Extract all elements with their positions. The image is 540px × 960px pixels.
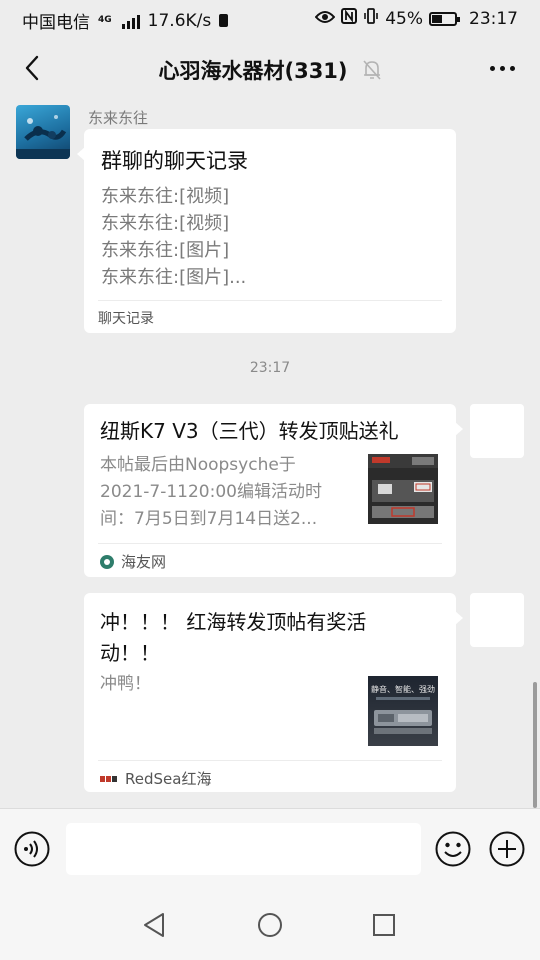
- notification-icon: [219, 14, 229, 27]
- divider: [98, 300, 442, 301]
- plus-icon: [489, 831, 525, 867]
- system-home-button[interactable]: [253, 908, 287, 942]
- link-card-thumbnail: [368, 454, 438, 524]
- system-recents-button[interactable]: [367, 908, 401, 942]
- my-avatar[interactable]: [470, 593, 524, 647]
- carrier-label: 中国电信: [22, 13, 90, 33]
- clock: 23:17: [469, 8, 518, 29]
- battery-percent: 45%: [385, 8, 423, 29]
- link-card-source: RedSea红海: [100, 768, 211, 789]
- voice-icon: [14, 831, 50, 867]
- link-card[interactable]: 冲！！！ 红海转发顶帖有奖活 动！！ 冲鸭！ 静音、智能、强劲 RedSea红海: [84, 593, 463, 792]
- chat-record-line: 东来东往:[图片]: [101, 240, 230, 261]
- link-card-source-label: 海友网: [121, 553, 167, 571]
- chat-record-line: 东来东往:[图片]...: [101, 267, 247, 288]
- chat-record-line: 东来东往:[视频]: [101, 186, 230, 207]
- network-type: 4G: [98, 15, 112, 25]
- my-avatar[interactable]: [470, 404, 524, 458]
- link-card-desc: 本帖最后由Noopsyche于: [100, 455, 296, 475]
- haiyou-logo-icon: [100, 554, 114, 569]
- link-card-title: 冲！！！ 红海转发顶帖有奖活 动！！: [100, 607, 442, 669]
- more-icon: [489, 65, 495, 71]
- emoji-icon: [435, 831, 471, 867]
- battery-icon: [429, 11, 460, 26]
- nav-recents-icon: [373, 914, 395, 936]
- link-card-title: 纽斯K7 V3（三代）转发顶贴送礼: [100, 419, 399, 443]
- scrollbar[interactable]: [533, 682, 537, 808]
- message-input[interactable]: [66, 823, 421, 875]
- message-list[interactable]: 东来东往 群聊的聊天记录 东来东往:[视频] 东来东往:[视频] 东来东往:[图…: [0, 102, 540, 808]
- voice-button[interactable]: [14, 831, 50, 867]
- chat-record-line: 东来东往:[视频]: [101, 213, 230, 234]
- more-button[interactable]: [482, 50, 522, 86]
- link-card[interactable]: 纽斯K7 V3（三代）转发顶贴送礼 本帖最后由Noopsyche于 2021-7…: [84, 404, 463, 577]
- status-bar: 中国电信 4G 17.6K/s 45% 23:17: [0, 0, 540, 36]
- redsea-logo-icon: [100, 775, 117, 782]
- vibrate-icon: [363, 8, 379, 29]
- more-icon-dot: [509, 65, 515, 71]
- system-back-button[interactable]: [137, 908, 171, 942]
- nfc-icon: [341, 8, 358, 29]
- divider: [98, 760, 442, 761]
- sender-avatar[interactable]: [16, 105, 70, 159]
- link-card-desc: 2021-7-1120:00编辑活动时: [100, 482, 322, 502]
- chat-header: 心羽海水器材(331): [0, 36, 540, 102]
- divider: [98, 543, 442, 544]
- thumb-caption: 静音、智能、强劲: [371, 684, 435, 694]
- nav-home-icon: [258, 913, 282, 937]
- more-functions-button[interactable]: [489, 831, 525, 867]
- link-card-title-line: 冲！！！ 红海转发顶帖有奖活: [100, 610, 367, 634]
- network-speed: 17.6K/s: [147, 10, 212, 31]
- link-card-title-line: 动！！: [100, 641, 160, 665]
- link-card-source: 海友网: [100, 551, 166, 572]
- nav-back-icon: [144, 913, 164, 937]
- mute-bell-icon: [362, 60, 381, 80]
- emoji-button[interactable]: [435, 831, 471, 867]
- system-navigation-bar: [0, 890, 540, 960]
- link-card-source-label: RedSea红海: [125, 770, 212, 788]
- sender-name: 东来东往: [88, 109, 149, 127]
- message-timestamp: 23:17: [249, 360, 291, 376]
- chat-record-footer: 聊天记录: [98, 311, 154, 327]
- more-icon-dot: [499, 65, 505, 71]
- chat-title: 心羽海水器材(331): [158, 59, 348, 83]
- input-bar: [0, 808, 540, 890]
- chat-record-bubble[interactable]: 群聊的聊天记录 东来东往:[视频] 东来东往:[视频] 东来东往:[图片] 东来…: [77, 129, 456, 333]
- link-card-desc: 冲鸭！: [100, 674, 151, 694]
- link-card-thumbnail: 静音、智能、强劲: [368, 676, 438, 746]
- eye-icon: [314, 9, 336, 29]
- chat-record-title: 群聊的聊天记录: [101, 149, 248, 173]
- signal-icon: [121, 13, 140, 29]
- link-card-desc: 间：7月5日到7月14日送2...: [100, 509, 318, 529]
